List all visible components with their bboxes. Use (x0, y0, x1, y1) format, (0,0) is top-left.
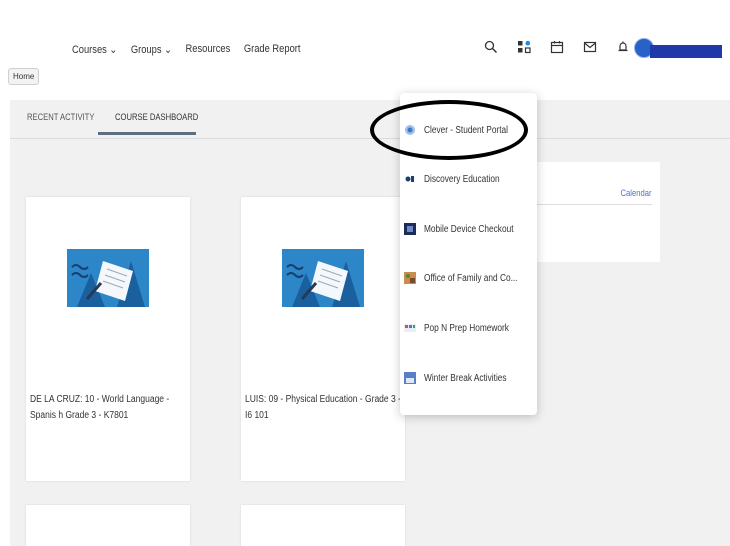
discovery-icon (404, 173, 416, 185)
bell-icon[interactable] (612, 36, 634, 58)
menu-item-label: Winter Break Activities (424, 372, 507, 384)
nav-grade-report[interactable]: Grade Report (244, 43, 301, 56)
course-title[interactable]: DE LA CRUZ: 10 - World Language - Spanis… (30, 392, 187, 424)
course-card[interactable] (241, 505, 405, 546)
menu-item-label: Pop N Prep Homework (424, 322, 509, 334)
active-tab-indicator (98, 132, 196, 135)
course-card[interactable]: DE LA CRUZ: 10 - World Language - Spanis… (26, 197, 190, 481)
divider (526, 204, 652, 205)
menu-item-label: Office of Family and Co... (424, 272, 518, 284)
user-name-redacted[interactable] (650, 45, 722, 58)
course-image (67, 249, 149, 307)
main-nav: Courses ⌄ Groups ⌄ Resources Grade Repor… (72, 43, 301, 56)
top-navigation-bar: Courses ⌄ Groups ⌄ Resources Grade Repor… (0, 0, 730, 100)
annotation-circle (370, 100, 528, 160)
course-title[interactable]: LUIS: 09 - Physical Education - Grade 3 … (245, 392, 402, 424)
mail-icon[interactable] (579, 36, 601, 58)
nav-courses[interactable]: Courses ⌄ (72, 43, 117, 56)
family-icon (404, 272, 416, 284)
menu-item-office-of-family[interactable]: Office of Family and Co... (404, 267, 537, 289)
calendar-widget: Calendar (526, 162, 660, 262)
search-icon[interactable] (480, 36, 502, 58)
tab-recent-activity[interactable]: RECENT ACTIVITY (27, 112, 94, 122)
calendar-icon[interactable] (546, 36, 568, 58)
tab-course-dashboard[interactable]: COURSE DASHBOARD (115, 112, 198, 122)
course-card[interactable]: LUIS: 09 - Physical Education - Grade 3 … (241, 197, 405, 481)
menu-item-winter-break[interactable]: Winter Break Activities (404, 367, 523, 389)
calendar-link[interactable]: Calendar (621, 188, 652, 198)
menu-item-pop-n-prep[interactable]: Pop N Prep Homework (404, 317, 526, 339)
menu-item-mobile-device-checkout[interactable]: Mobile Device Checkout (404, 218, 532, 240)
popnprep-icon (404, 322, 416, 334)
apps-icon[interactable] (513, 36, 535, 58)
device-icon (404, 223, 416, 235)
course-card[interactable] (26, 505, 190, 546)
header-icons (480, 36, 645, 58)
menu-item-label: Mobile Device Checkout (424, 223, 514, 235)
nav-resources[interactable]: Resources (186, 43, 231, 56)
nav-groups[interactable]: Groups ⌄ (131, 43, 172, 56)
winter-icon (404, 372, 416, 384)
menu-item-label: Discovery Education (424, 173, 500, 185)
home-tooltip: Home (8, 68, 40, 85)
menu-item-discovery-education[interactable]: Discovery Education (404, 168, 515, 190)
course-image (282, 249, 364, 307)
